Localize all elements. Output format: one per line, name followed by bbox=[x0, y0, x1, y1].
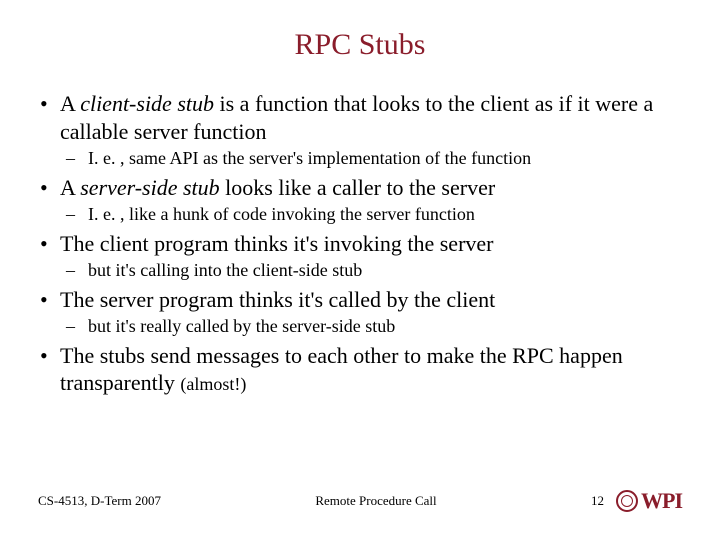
bullet-5: The stubs send messages to each other to… bbox=[60, 342, 682, 397]
slide-footer: CS-4513, D-Term 2007 Remote Procedure Ca… bbox=[0, 488, 720, 514]
bullet-4-text: The server program thinks it's called by… bbox=[60, 287, 495, 312]
footer-page-number: 12 bbox=[591, 493, 604, 509]
sub-2: I. e. , like a hunk of code invoking the… bbox=[88, 203, 682, 226]
bullet-2-em: server-side stub bbox=[80, 175, 219, 200]
sub-list-3: but it's calling into the client-side st… bbox=[60, 259, 682, 282]
bullet-5-tail: (almost!) bbox=[180, 374, 246, 394]
bullet-5-main: The stubs send messages to each other to… bbox=[60, 343, 623, 396]
bullet-1-em: client-side stub bbox=[80, 91, 214, 116]
wpi-seal-icon bbox=[616, 490, 638, 512]
bullet-2-post: looks like a caller to the server bbox=[220, 175, 496, 200]
bullet-3: The client program thinks it's invoking … bbox=[60, 230, 682, 282]
wpi-wordmark: WPI bbox=[641, 488, 682, 514]
footer-topic: Remote Procedure Call bbox=[315, 493, 436, 509]
bullet-3-text: The client program thinks it's invoking … bbox=[60, 231, 493, 256]
sub-list-1: I. e. , same API as the server's impleme… bbox=[60, 147, 682, 170]
footer-logo: WPI bbox=[616, 488, 682, 514]
slide-title: RPC Stubs bbox=[38, 28, 682, 62]
slide-body: A client-side stub is a function that lo… bbox=[38, 90, 682, 397]
bullet-1: A client-side stub is a function that lo… bbox=[60, 90, 682, 170]
bullet-2: A server-side stub looks like a caller t… bbox=[60, 174, 682, 226]
bullet-list: A client-side stub is a function that lo… bbox=[38, 90, 682, 397]
bullet-4: The server program thinks it's called by… bbox=[60, 286, 682, 338]
bullet-1-pre: A bbox=[60, 91, 80, 116]
sub-4: but it's really called by the server-sid… bbox=[88, 315, 682, 338]
bullet-2-pre: A bbox=[60, 175, 80, 200]
sub-3: but it's calling into the client-side st… bbox=[88, 259, 682, 282]
sub-1: I. e. , same API as the server's impleme… bbox=[88, 147, 682, 170]
footer-course: CS-4513, D-Term 2007 bbox=[38, 493, 161, 509]
sub-list-2: I. e. , like a hunk of code invoking the… bbox=[60, 203, 682, 226]
sub-list-4: but it's really called by the server-sid… bbox=[60, 315, 682, 338]
